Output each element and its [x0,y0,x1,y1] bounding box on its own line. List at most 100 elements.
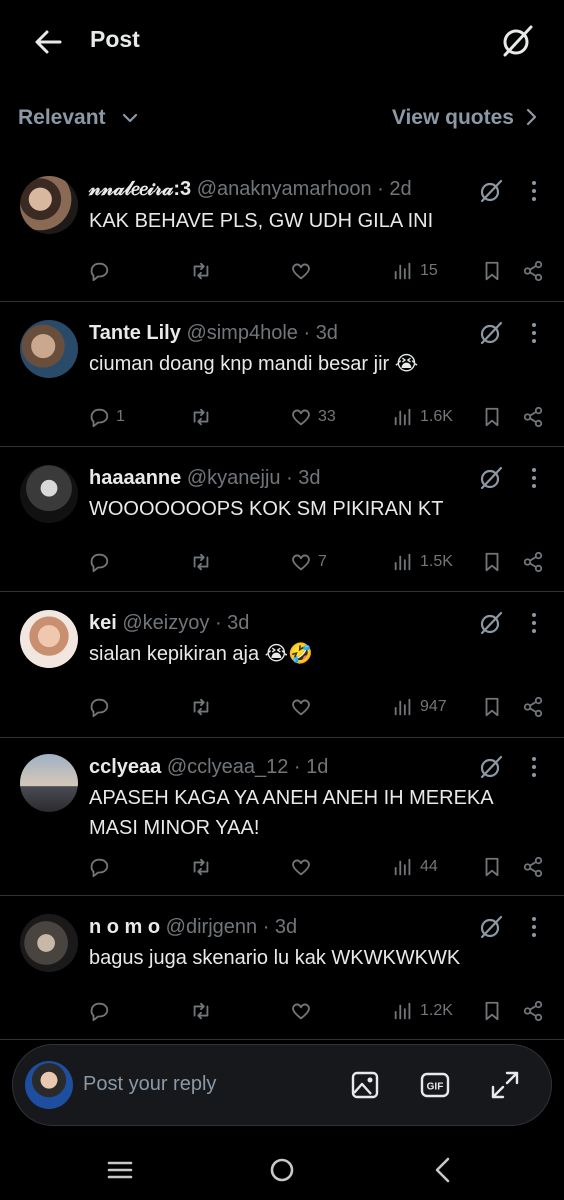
bookmark-button[interactable] [481,852,503,882]
like-button[interactable] [290,852,318,882]
repost-button[interactable] [190,402,212,432]
avatar[interactable] [20,465,78,523]
bookmark-button[interactable] [481,692,503,722]
like-button[interactable] [290,996,318,1026]
views-button[interactable]: 44 [392,852,438,882]
more-icon[interactable] [524,178,544,204]
bookmark-icon [485,857,499,877]
views-button[interactable]: 1.6K [392,402,453,432]
views-button[interactable]: 1.2K [392,996,453,1026]
share-button[interactable] [522,996,544,1026]
handle[interactable]: @kyanejju [187,467,281,489]
timestamp: 3d [298,467,321,489]
share-button[interactable] [522,256,544,286]
chevron-right-icon[interactable] [520,106,542,128]
avatar[interactable] [20,610,78,668]
bookmark-button[interactable] [481,996,503,1026]
more-icon[interactable] [524,914,544,940]
repost-button[interactable] [190,256,212,286]
reply-item[interactable]: haaaanne @kyanejju · 3d WOOOOOOOPS KOK S… [0,447,564,592]
display-name[interactable]: n o m o [89,916,160,938]
like-button[interactable] [290,256,318,286]
handle[interactable]: @cclyeaa_12 [167,756,288,778]
arrow-left-icon[interactable] [30,24,66,60]
reply-header: Tante Lily @simp4hole · 3d [89,322,338,344]
display-name[interactable]: Tante Lily [89,322,181,344]
reply-item[interactable]: Tante Lily @simp4hole · 3d ciuman doang … [0,302,564,447]
display-name[interactable]: 𝓃𝓃𝒶𝓁𝑒𝑒𝒾𝓇𝒶:3 [89,178,191,200]
reply-composer[interactable]: Post your reply GIF [12,1044,552,1126]
avatar[interactable] [20,176,78,234]
grok-icon[interactable] [478,320,504,346]
more-icon[interactable] [524,610,544,636]
image-icon[interactable] [349,1069,381,1101]
display-name[interactable]: kei [89,612,117,634]
avatar[interactable] [20,754,78,812]
views-button[interactable]: 947 [392,692,447,722]
heart-icon [292,1003,310,1020]
share-button[interactable] [522,852,544,882]
grok-icon[interactable] [478,914,504,940]
sort-dropdown[interactable]: Relevant [18,106,106,130]
grok-icon[interactable] [478,465,504,491]
like-button[interactable] [290,692,318,722]
views-button[interactable]: 1.5K [392,547,453,577]
grok-icon[interactable] [498,22,536,60]
action-bar: 44 [0,852,564,882]
reply-item[interactable]: 𝓃𝓃𝒶𝓁𝑒𝑒𝒾𝓇𝒶:3 @anaknyamarhoon · 2d KAK BEH… [0,160,564,302]
share-button[interactable] [522,402,544,432]
timestamp: 1d [306,756,329,778]
share-button[interactable] [522,692,544,722]
reply-icon [90,553,109,573]
reply-button[interactable] [88,692,116,722]
repost-icon [193,1002,209,1020]
expand-icon[interactable] [489,1069,521,1101]
grok-icon[interactable] [478,610,504,636]
display-name[interactable]: haaaanne [89,467,181,489]
views-button[interactable]: 15 [392,256,438,286]
bookmark-button[interactable] [481,547,503,577]
menu-icon[interactable] [104,1154,136,1186]
like-button[interactable]: 33 [290,402,336,432]
avatar[interactable] [20,914,78,972]
repost-button[interactable] [190,692,212,722]
handle[interactable]: @anaknyamarhoon [197,178,372,200]
handle[interactable]: @dirjgenn [166,916,257,938]
repost-button[interactable] [190,852,212,882]
bookmark-button[interactable] [481,402,503,432]
reply-item[interactable]: kei @keizyoy · 3d sialan kepikiran aja 😭… [0,592,564,738]
grok-icon[interactable] [478,178,504,204]
grok-icon[interactable] [478,754,504,780]
home-circle-icon[interactable] [266,1154,298,1186]
reply-button[interactable] [88,996,116,1026]
views-icon [394,858,411,876]
reply-button[interactable] [88,547,116,577]
repost-button[interactable] [190,547,212,577]
repost-icon [193,698,209,716]
display-name[interactable]: cclyeaa [89,756,161,778]
back-chevron-icon[interactable] [428,1154,460,1186]
reply-header: haaaanne @kyanejju · 3d [89,467,321,489]
more-icon[interactable] [524,465,544,491]
bookmark-button[interactable] [481,256,503,286]
more-icon[interactable] [524,320,544,346]
reply-text: WOOOOOOOPS KOK SM PIKIRAN KT [89,498,444,520]
reply-button[interactable] [88,256,116,286]
reply-item[interactable]: n o m o @dirjgenn · 3d bagus juga skenar… [0,896,564,1040]
like-button[interactable]: 7 [290,547,327,577]
handle[interactable]: @keizyoy [122,612,209,634]
chevron-down-icon[interactable] [120,108,140,128]
handle[interactable]: @simp4hole [186,322,297,344]
reply-item[interactable]: cclyeaa @cclyeaa_12 · 1d APASEH KAGA YA … [0,738,564,896]
more-icon[interactable] [524,754,544,780]
share-button[interactable] [522,547,544,577]
avatar[interactable] [20,320,78,378]
view-quotes-link[interactable]: View quotes [392,106,514,130]
reply-text: ciuman doang knp mandi besar jir 😭 [89,353,419,375]
repost-button[interactable] [190,996,212,1026]
reply-button[interactable]: 1 [88,402,125,432]
reply-input[interactable]: Post your reply [83,1073,216,1096]
reply-button[interactable] [88,852,116,882]
gif-icon[interactable]: GIF [419,1069,451,1101]
avatar [25,1061,73,1109]
